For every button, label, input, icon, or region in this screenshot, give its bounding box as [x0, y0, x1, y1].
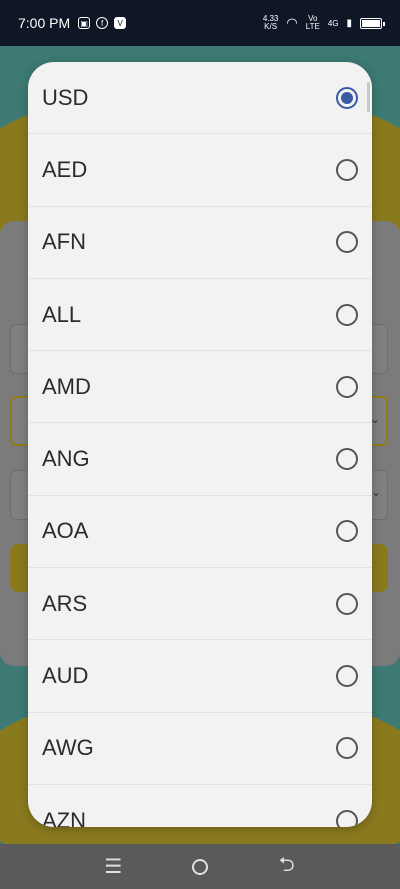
currency-option-awg[interactable]: AWG	[28, 713, 372, 785]
currency-code: AZN	[42, 807, 86, 827]
radio-icon[interactable]	[336, 375, 358, 398]
radio-icon[interactable]	[336, 520, 358, 543]
status-bar: 7:00 PM ▣ f V 4.33 K/S ◠ Vo LTE 4G ▮	[0, 0, 400, 46]
radio-icon[interactable]	[336, 665, 358, 688]
home-icon	[191, 858, 208, 875]
signal-icon: ▮	[346, 17, 352, 29]
currency-option-all[interactable]: ALL	[28, 279, 372, 352]
radio-icon[interactable]	[336, 303, 358, 326]
currency-option-amd[interactable]: AMD	[28, 351, 372, 424]
radio-icon[interactable]	[336, 592, 358, 615]
currency-list[interactable]: USD AED AFN ALL AMD ANG AOA ARS AUD AWG …	[28, 62, 372, 827]
status-time: 7:00 PM	[18, 15, 71, 31]
radio-selected-icon[interactable]	[336, 86, 358, 109]
radio-icon[interactable]	[336, 737, 358, 760]
wifi-icon: ◠	[286, 15, 298, 30]
volte-bottom: LTE	[305, 22, 320, 31]
currency-code: AMD	[42, 373, 91, 399]
radio-icon[interactable]	[336, 448, 358, 471]
chevron-down-icon: ⌄	[370, 485, 381, 499]
battery-fill	[362, 19, 380, 27]
radio-icon[interactable]	[336, 158, 358, 181]
currency-code: AOA	[42, 518, 89, 544]
status-right-icons: 4.33 K/S ◠ Vo LTE 4G ▮	[263, 15, 385, 31]
status-left-icons: ▣ f V	[78, 17, 127, 29]
currency-option-afn[interactable]: AFN	[28, 207, 372, 279]
net-speed: 4.33 K/S	[263, 15, 279, 31]
radio-icon[interactable]	[336, 231, 358, 254]
facebook-icon: f	[96, 17, 109, 29]
menu-icon[interactable]: ☰	[98, 854, 128, 879]
currency-code: ALL	[42, 301, 82, 327]
currency-code: ANG	[42, 446, 90, 472]
currency-code: AUD	[42, 663, 89, 689]
battery-icon	[360, 17, 385, 29]
currency-option-azn[interactable]: AZN	[28, 785, 372, 827]
nav-bar: ☰ ⮌	[0, 844, 400, 889]
currency-option-aud[interactable]: AUD	[28, 640, 372, 713]
radio-dot	[341, 91, 353, 104]
currency-option-ars[interactable]: ARS	[28, 568, 372, 641]
currency-picker-dialog[interactable]: USD AED AFN ALL AMD ANG AOA ARS AUD AWG …	[28, 62, 372, 827]
currency-code: USD	[42, 84, 89, 110]
v-app-icon: V	[114, 17, 127, 29]
home-button[interactable]	[185, 858, 215, 875]
volte-indicator: Vo LTE	[306, 15, 320, 31]
network-type: 4G	[327, 18, 339, 28]
currency-option-usd[interactable]: USD	[28, 62, 372, 135]
currency-option-aoa[interactable]: AOA	[28, 496, 372, 569]
currency-option-aed[interactable]: AED	[28, 134, 372, 207]
currency-code: AFN	[42, 229, 86, 255]
currency-option-ang[interactable]: ANG	[28, 423, 372, 496]
back-icon[interactable]: ⮌	[272, 850, 302, 884]
radio-icon[interactable]	[336, 809, 358, 827]
currency-code: ARS	[42, 590, 88, 616]
currency-code: AWG	[42, 735, 94, 761]
net-speed-unit: K/S	[264, 22, 278, 31]
scrollbar[interactable]	[367, 82, 370, 112]
currency-code: AED	[42, 156, 88, 182]
sim-icon: ▣	[78, 17, 91, 29]
